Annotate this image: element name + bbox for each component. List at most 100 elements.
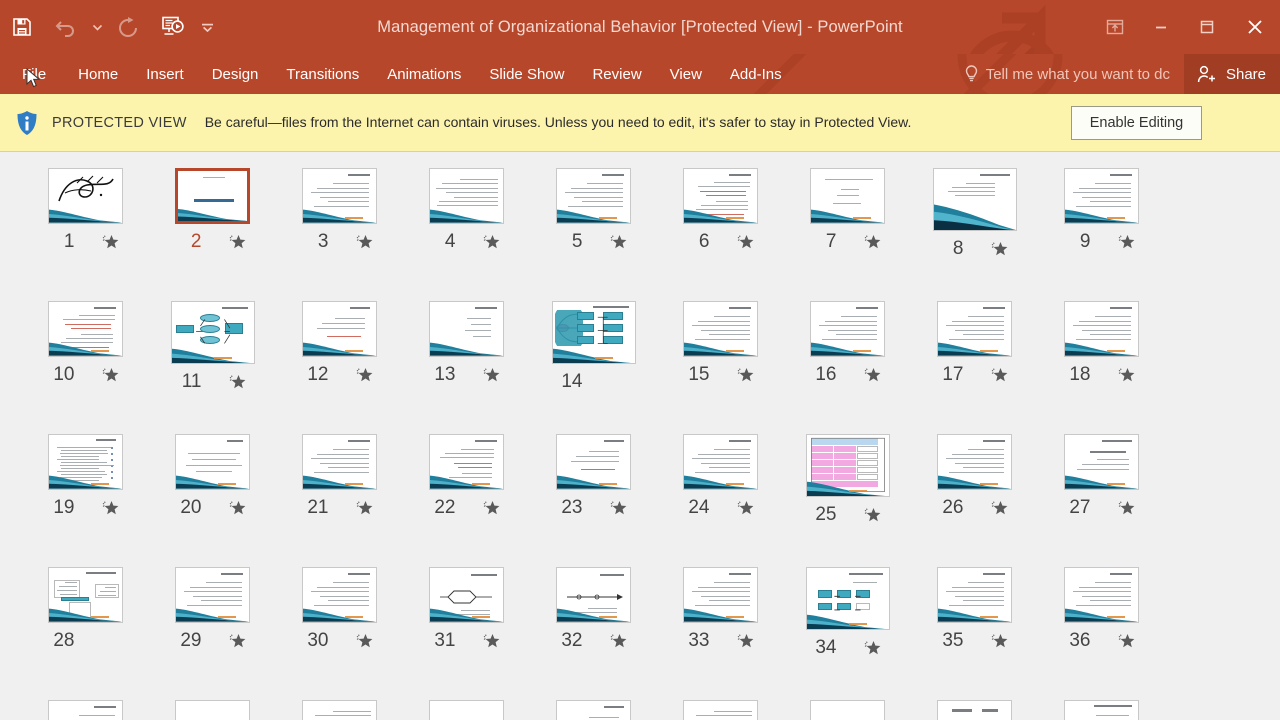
slide-thumbnail-cell[interactable]: 15	[657, 301, 784, 386]
slide-thumbnail-39[interactable]	[302, 700, 377, 720]
slide-thumbnail-16[interactable]	[810, 301, 885, 357]
tell-me-search[interactable]: Tell me what you want to dc	[964, 54, 1184, 94]
slide-thumbnail-5[interactable]	[556, 168, 631, 224]
slide-thumbnail-34[interactable]	[805, 567, 890, 630]
animation-star-icon[interactable]	[355, 632, 373, 650]
slide-thumbnail-cell[interactable]: 21	[276, 434, 403, 519]
slide-thumbnail-cell[interactable]: 8	[911, 168, 1038, 260]
slide-thumbnail-cell[interactable]: 22	[403, 434, 530, 519]
slide-thumbnail-cell[interactable]: 30	[276, 567, 403, 652]
slide-thumbnail-cell[interactable]: 40	[403, 700, 530, 720]
slide-thumbnail-12[interactable]	[302, 301, 377, 357]
slide-thumbnail-10[interactable]	[48, 301, 123, 357]
slide-thumbnail-45[interactable]	[1064, 700, 1139, 720]
tab-slide-show[interactable]: Slide Show	[475, 54, 578, 94]
slide-thumbnail-cell[interactable]: 34	[784, 567, 911, 659]
slide-thumbnail-36[interactable]	[1064, 567, 1139, 623]
slide-thumbnail-cell[interactable]: 29	[149, 567, 276, 652]
slide-thumbnail-cell[interactable]: 20	[149, 434, 276, 519]
slide-thumbnail-cell[interactable]: 27	[1038, 434, 1165, 519]
slide-thumbnail-cell[interactable]: 39	[276, 700, 403, 720]
slide-thumbnail-2[interactable]	[175, 168, 250, 224]
animation-star-icon[interactable]	[609, 233, 627, 251]
slide-thumbnail-cell[interactable]: 11	[149, 301, 276, 393]
animation-star-icon[interactable]	[355, 499, 373, 517]
slide-thumbnail-cell[interactable]: 25	[784, 434, 911, 526]
slide-sorter-pane[interactable]: 1 2 3 4 5 6 7 8 9 10 11 12 13 14 15 16 1…	[0, 152, 1280, 720]
slide-thumbnail-cell[interactable]: 38	[149, 700, 276, 720]
animation-star-icon[interactable]	[228, 233, 246, 251]
slide-thumbnail-cell[interactable]: 36	[1038, 567, 1165, 652]
slide-thumbnail-cell[interactable]: 28	[22, 567, 149, 652]
slide-thumbnail-cell[interactable]: 35	[911, 567, 1038, 652]
close-button[interactable]	[1230, 0, 1280, 54]
slide-thumbnail-cell[interactable]: 7	[784, 168, 911, 253]
slide-thumbnail-3[interactable]	[302, 168, 377, 224]
tab-animations[interactable]: Animations	[373, 54, 475, 94]
slide-thumbnail-cell[interactable]: 6	[657, 168, 784, 253]
slide-thumbnail-cell[interactable]: 23	[530, 434, 657, 519]
slide-thumbnail-19[interactable]	[48, 434, 123, 490]
undo-button[interactable]	[44, 5, 88, 49]
animation-star-icon[interactable]	[609, 632, 627, 650]
slide-thumbnail-33[interactable]	[683, 567, 758, 623]
animation-star-icon[interactable]	[863, 639, 881, 657]
animation-star-icon[interactable]	[990, 240, 1008, 258]
slide-thumbnail-20[interactable]	[175, 434, 250, 490]
animation-star-icon[interactable]	[736, 632, 754, 650]
animation-star-icon[interactable]	[863, 506, 881, 524]
slide-thumbnail-14[interactable]	[551, 301, 636, 364]
minimize-button[interactable]	[1138, 0, 1184, 54]
slide-thumbnail-cell[interactable]: 1	[22, 168, 149, 253]
animation-star-icon[interactable]	[863, 233, 881, 251]
animation-star-icon[interactable]	[482, 233, 500, 251]
slide-thumbnail-cell[interactable]: 24	[657, 434, 784, 519]
animation-star-icon[interactable]	[736, 499, 754, 517]
tab-view[interactable]: View	[656, 54, 716, 94]
slide-thumbnail-38[interactable]	[175, 700, 250, 720]
start-presentation-button[interactable]	[150, 5, 194, 49]
animation-star-icon[interactable]	[101, 499, 119, 517]
slide-thumbnail-35[interactable]	[937, 567, 1012, 623]
save-button[interactable]	[0, 5, 44, 49]
slide-thumbnail-11[interactable]	[170, 301, 255, 364]
slide-thumbnail-32[interactable]	[556, 567, 631, 623]
share-button[interactable]: Share	[1183, 54, 1280, 94]
slide-thumbnail-cell[interactable]: 4	[403, 168, 530, 253]
slide-thumbnail-cell[interactable]: 43	[784, 700, 911, 720]
animation-star-icon[interactable]	[990, 499, 1008, 517]
slide-thumbnail-cell[interactable]: 3	[276, 168, 403, 253]
animation-star-icon[interactable]	[482, 632, 500, 650]
tab-design[interactable]: Design	[198, 54, 273, 94]
slide-thumbnail-8[interactable]	[932, 168, 1017, 231]
slide-thumbnail-1[interactable]	[48, 168, 123, 224]
slide-thumbnail-26[interactable]	[937, 434, 1012, 490]
slide-thumbnail-30[interactable]	[302, 567, 377, 623]
slide-thumbnail-cell[interactable]: 42	[657, 700, 784, 720]
slide-thumbnail-cell[interactable]: 37	[22, 700, 149, 720]
slide-thumbnail-4[interactable]	[429, 168, 504, 224]
animation-star-icon[interactable]	[1117, 233, 1135, 251]
animation-star-icon[interactable]	[355, 366, 373, 384]
slide-thumbnail-28[interactable]	[48, 567, 123, 623]
maximize-button[interactable]	[1184, 0, 1230, 54]
tab-insert[interactable]: Insert	[132, 54, 198, 94]
animation-star-icon[interactable]	[990, 366, 1008, 384]
slide-thumbnail-41[interactable]	[556, 700, 631, 720]
slide-thumbnail-cell[interactable]: 44	[911, 700, 1038, 720]
slide-thumbnail-cell[interactable]: 10	[22, 301, 149, 386]
animation-star-icon[interactable]	[101, 233, 119, 251]
slide-thumbnail-cell[interactable]: 18	[1038, 301, 1165, 386]
slide-thumbnail-cell[interactable]: 41	[530, 700, 657, 720]
animation-star-icon[interactable]	[1117, 499, 1135, 517]
customize-qat-button[interactable]	[194, 5, 220, 49]
slide-thumbnail-21[interactable]	[302, 434, 377, 490]
slide-thumbnail-42[interactable]	[683, 700, 758, 720]
slide-thumbnail-22[interactable]	[429, 434, 504, 490]
undo-dropdown[interactable]	[88, 5, 106, 49]
animation-star-icon[interactable]	[228, 499, 246, 517]
slide-thumbnail-13[interactable]	[429, 301, 504, 357]
slide-thumbnail-44[interactable]	[937, 700, 1012, 720]
animation-star-icon[interactable]	[355, 233, 373, 251]
slide-thumbnail-40[interactable]	[429, 700, 504, 720]
